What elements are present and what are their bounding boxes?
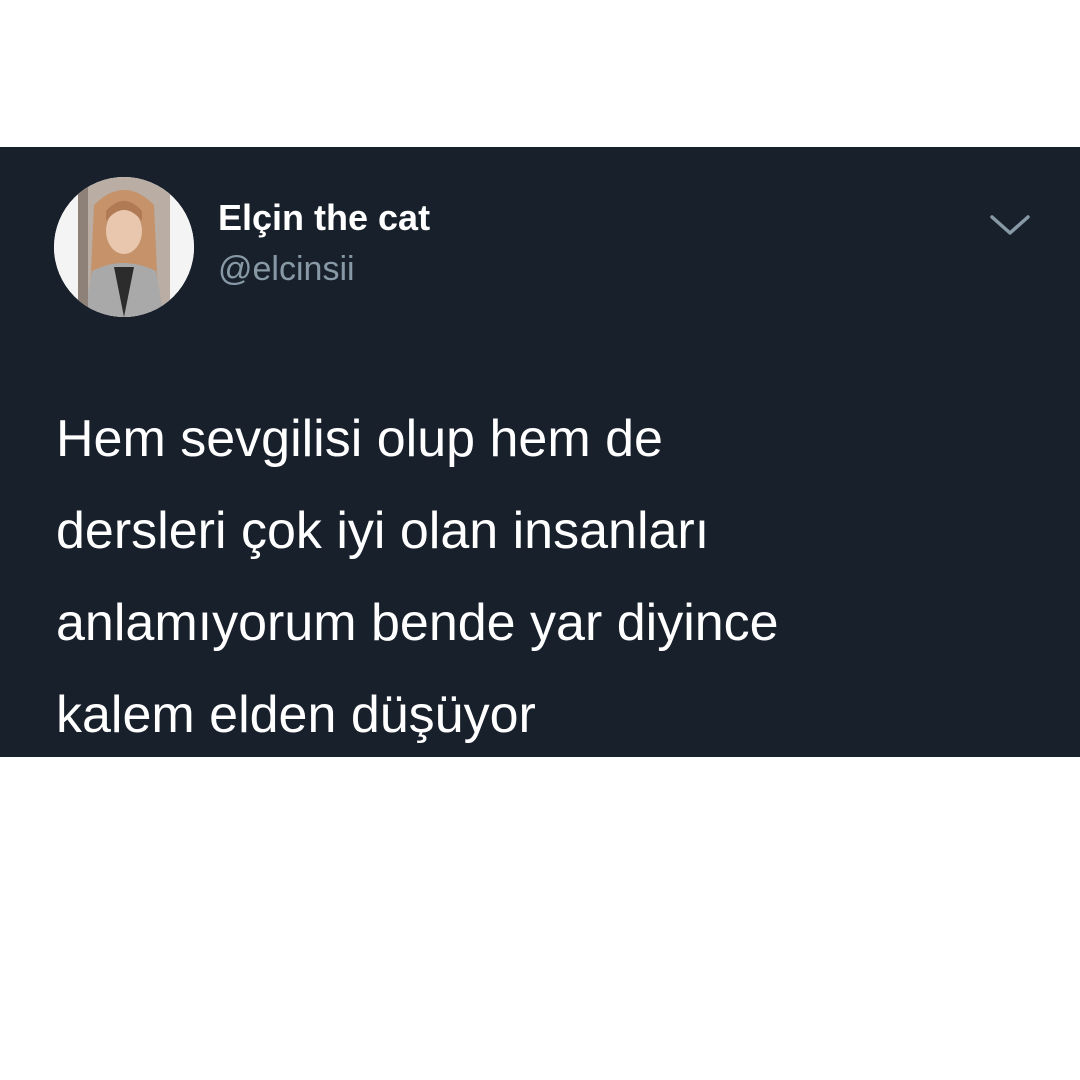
avatar[interactable] bbox=[54, 177, 194, 317]
tweet-text-line: dersleri çok iyi olan insanları bbox=[56, 502, 710, 560]
handle[interactable]: @elcinsii bbox=[218, 249, 355, 289]
profile-photo-icon bbox=[54, 177, 194, 317]
tweet-text-line: Hem sevgilisi olup hem de bbox=[56, 410, 663, 468]
display-name[interactable]: Elçin the cat bbox=[218, 197, 430, 239]
more-options-button[interactable] bbox=[985, 209, 1035, 241]
tweet-card: Elçin the cat @elcinsii Hem sevgilisi ol… bbox=[0, 147, 1080, 757]
chevron-down-icon bbox=[990, 215, 1030, 235]
page: Elçin the cat @elcinsii Hem sevgilisi ol… bbox=[0, 0, 1080, 1080]
tweet-text-line: kalem elden düşüyor bbox=[56, 686, 536, 744]
tweet-text-line: anlamıyorum bende yar diyince bbox=[56, 594, 779, 652]
tweet-text: Hem sevgilisi olup hem de dersleri çok i… bbox=[56, 393, 1056, 761]
